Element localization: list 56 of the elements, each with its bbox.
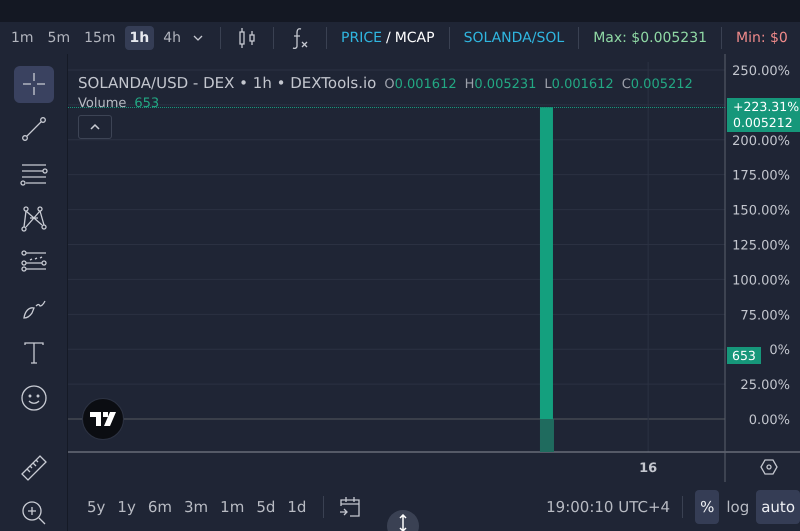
logo-icon — [82, 398, 124, 440]
timeframe-tab[interactable]: 1m — [6, 26, 39, 50]
range-button[interactable]: 3m — [179, 494, 214, 520]
price-tag: +223.31% 0.005212 — [727, 98, 800, 132]
mode-toggle[interactable]: PRICE — [341, 30, 382, 46]
ohlc-value: C0.005212 — [622, 77, 693, 92]
range-button[interactable]: 5y — [82, 494, 110, 520]
axis-label: 125.00% — [732, 238, 790, 254]
axis-label: 175.00% — [732, 168, 790, 184]
axis-label: 250.00% — [732, 64, 790, 79]
ohlc-value: L0.001612 — [544, 77, 614, 92]
ohlc-value: O0.001612 — [384, 77, 457, 92]
timeframe-tab[interactable]: 5m — [42, 26, 76, 50]
scale-button[interactable]: auto — [756, 490, 800, 524]
scale-button[interactable]: log — [721, 490, 754, 524]
max-price: Max: $0.005231 — [593, 30, 708, 46]
axis-label: 100.00% — [732, 273, 790, 288]
axis-label: 200.00% — [732, 134, 790, 149]
range-button[interactable]: 5d — [251, 494, 280, 520]
axis-label: 75.00% — [740, 308, 790, 324]
horizontal-lines-icon — [20, 162, 48, 186]
volume-tag: 653 — [727, 347, 761, 364]
range-button[interactable]: 6m — [142, 494, 177, 520]
smiley-icon — [20, 384, 48, 412]
axis-label: 25.00% — [740, 378, 790, 394]
zoom-in-icon — [20, 500, 46, 526]
pair-link[interactable]: SOLANDA/SOL — [464, 30, 564, 46]
volume-bar — [540, 419, 554, 452]
range-button[interactable]: 1d — [282, 494, 312, 520]
timeframe-tab[interactable]: 1h — [124, 26, 154, 50]
crosshair-icon — [22, 72, 46, 96]
clock: 19:00:10 UTC+4 — [546, 498, 670, 516]
range-button[interactable]: 1m — [215, 494, 250, 520]
drawing-tool[interactable] — [14, 66, 54, 103]
trend-line-icon — [20, 116, 46, 142]
volume-label: Volume — [78, 96, 126, 111]
text-icon — [22, 340, 44, 365]
ohlc-value: H0.005231 — [464, 77, 536, 92]
pattern-icon — [20, 204, 48, 233]
chart-title: SOLANDA/USD - DEX • 1h • DEXTools.io — [78, 74, 376, 92]
min-price: Min: $0 — [736, 30, 788, 46]
timeframe-tab[interactable]: 4h — [158, 26, 186, 50]
chevron-up-icon — [89, 123, 101, 131]
settings-icon[interactable] — [760, 459, 778, 475]
volume-value: 653 — [134, 96, 160, 111]
collapse-button[interactable] — [78, 115, 112, 139]
mode-separator: / — [386, 30, 391, 46]
timeframe-tab[interactable]: 15m — [79, 26, 121, 50]
axis-label: 0% — [769, 343, 790, 358]
ruler-icon — [20, 454, 48, 482]
range-button[interactable]: 1y — [112, 494, 141, 520]
axis-label: 0.00% — [748, 413, 790, 428]
axis-label: 150.00% — [732, 204, 790, 219]
axis-label: 16 — [639, 461, 658, 476]
scale-button[interactable]: % — [695, 490, 720, 524]
mode-toggle[interactable]: MCAP — [394, 30, 435, 46]
